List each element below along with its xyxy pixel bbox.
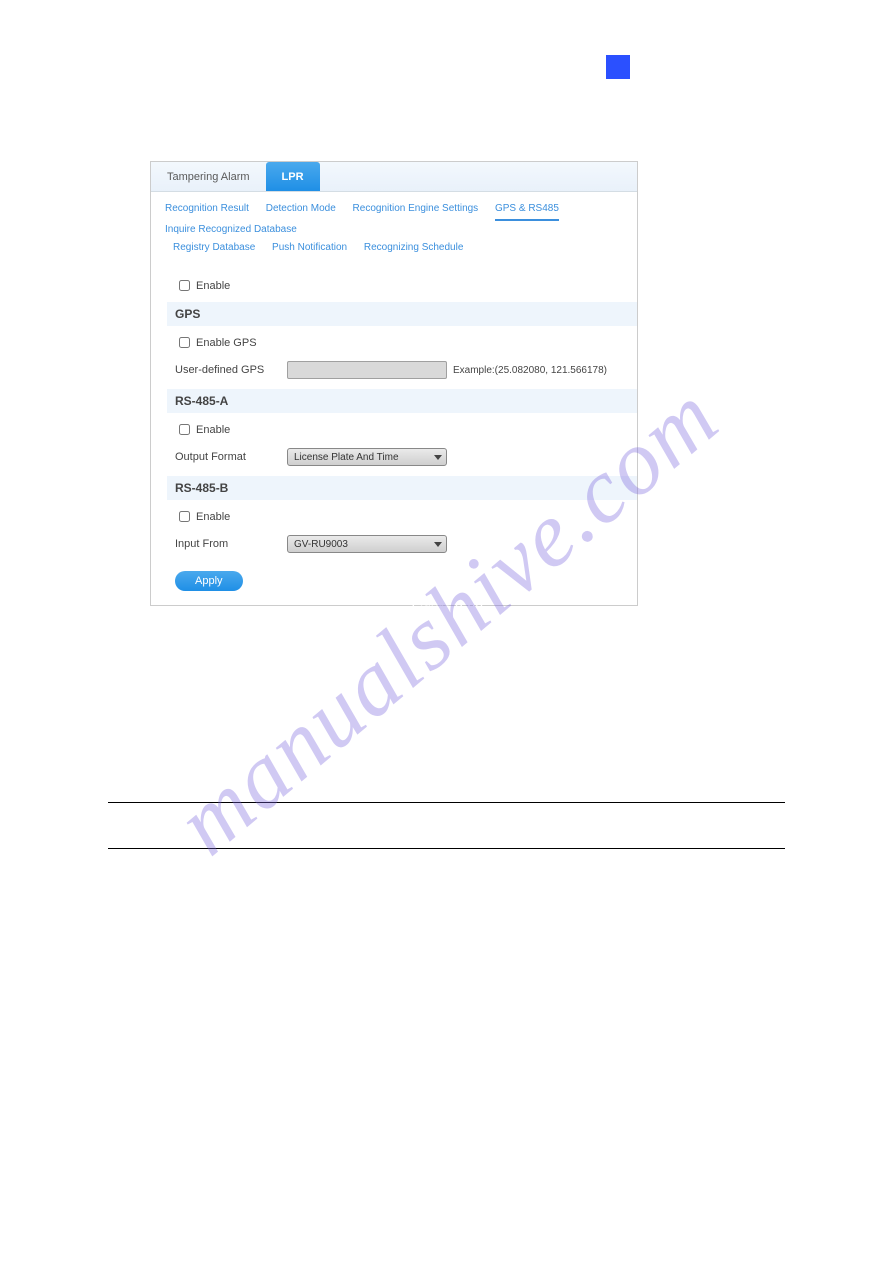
table-top-divider (108, 802, 785, 803)
gps-section-heading: [GPS] (108, 699, 785, 726)
rs485a-enable-checkbox[interactable] (179, 424, 190, 435)
subtab-recognizing-schedule[interactable]: Recognizing Schedule (364, 239, 464, 257)
settings-panel: Tampering Alarm LPR Recognition Result D… (150, 161, 638, 606)
sub-tabbar: Recognition Result Detection Mode Recogn… (151, 192, 637, 259)
row-enable-gps: Enable GPS (175, 334, 623, 351)
subtab-detection-mode[interactable]: Detection Mode (266, 200, 336, 218)
user-defined-gps-label: User-defined GPS (175, 364, 287, 376)
input-from-select[interactable]: GV-RU9003 (287, 535, 447, 553)
row-rs485a-enable: Enable (175, 421, 623, 438)
tab-tampering-alarm[interactable]: Tampering Alarm (151, 162, 266, 191)
paragraph-gps: Select Enable GPS to send GPS data to GV… (108, 725, 785, 778)
table-col-software: Supported GV-Software for GPS (362, 815, 564, 831)
paragraph-note: Note the GPS function works differently … (108, 866, 785, 893)
table-bottom-divider (108, 848, 785, 849)
apply-button[interactable]: Apply (175, 571, 243, 591)
enable-label: Enable (196, 280, 230, 292)
row-input-from: Input From GV-RU9003 (175, 535, 623, 553)
enable-gps-checkbox[interactable] (179, 337, 190, 348)
table-col-model: Model (112, 815, 150, 831)
main-tabbar: Tampering Alarm LPR (151, 162, 637, 192)
output-format-select[interactable]: License Plate And Time (287, 448, 447, 466)
subtab-gps-rs485[interactable]: GPS & RS485 (495, 200, 559, 221)
input-from-label: Input From (175, 538, 287, 550)
rs485b-enable-checkbox[interactable] (179, 511, 190, 522)
header-title: 3 Administrator Mode (631, 55, 785, 72)
section-rs485a: RS-485-A (167, 389, 637, 413)
subtab-recognition-engine-settings[interactable]: Recognition Engine Settings (353, 200, 479, 218)
subtab-registry-database[interactable]: Registry Database (173, 239, 255, 257)
enable-checkbox[interactable] (179, 280, 190, 291)
chapter-number: 3 (631, 55, 639, 72)
row-output-format: Output Format License Plate And Time (175, 448, 623, 466)
input-from-value: GV-RU9003 (294, 539, 348, 550)
user-defined-gps-input[interactable] (287, 361, 447, 379)
row-enable: Enable (175, 277, 623, 294)
section-rs485b: RS-485-B (167, 476, 637, 500)
tab-lpr[interactable]: LPR (266, 162, 320, 191)
form-area: Enable GPS Enable GPS User-defined GPS E… (151, 259, 637, 605)
table-header-row: Model Supported GV-Software for GPS (112, 815, 150, 831)
chapter-square (606, 55, 630, 79)
section-gps: GPS (167, 302, 637, 326)
figure-caption: Figure 3-33 (0, 600, 893, 616)
subtab-inquire-recognized-database[interactable]: Inquire Recognized Database (165, 221, 297, 239)
paragraph-enable: Select Enable to activate the GPS & RS48… (108, 650, 785, 677)
output-format-label: Output Format (175, 451, 287, 463)
output-format-value: License Plate And Time (294, 452, 399, 463)
subtab-recognition-result[interactable]: Recognition Result (165, 200, 249, 218)
header-label: Administrator Mode (655, 55, 785, 72)
rs485a-enable-label: Enable (196, 424, 230, 436)
gps-example: Example:(25.082080, 121.566178) (453, 365, 607, 376)
enable-gps-label: Enable GPS (196, 337, 257, 349)
row-rs485b-enable: Enable (175, 508, 623, 525)
rs485b-enable-label: Enable (196, 511, 230, 523)
subtab-push-notification[interactable]: Push Notification (272, 239, 347, 257)
row-user-defined-gps: User-defined GPS Example:(25.082080, 121… (175, 361, 623, 379)
